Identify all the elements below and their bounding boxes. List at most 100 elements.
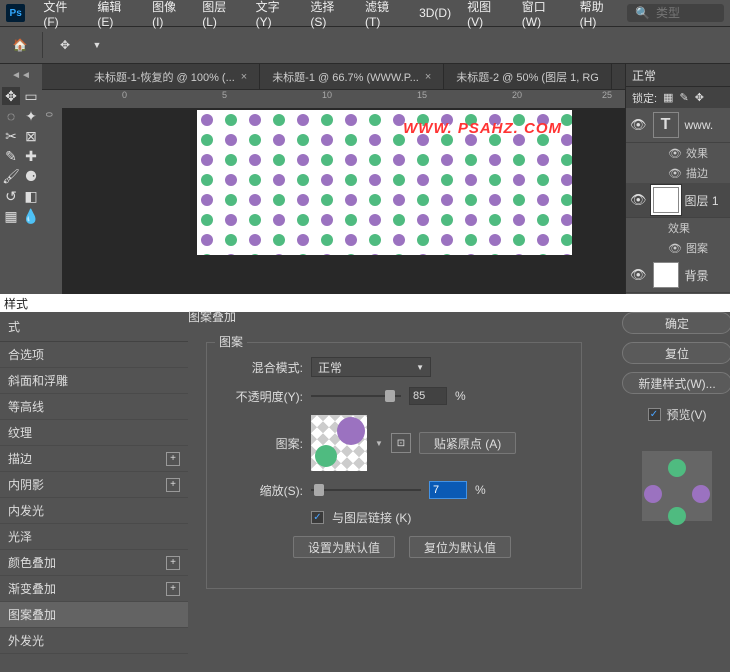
menu-select[interactable]: 选择(S)	[302, 0, 357, 29]
menu-help[interactable]: 帮助(H)	[572, 0, 627, 29]
canvas-viewport[interactable]: 0 WWW. PSAHZ. COM	[42, 108, 625, 294]
lock-move-icon[interactable]: ✥	[695, 91, 704, 104]
menu-edit[interactable]: 编辑(E)	[89, 0, 144, 29]
layer-1[interactable]: 👁 图层 1	[626, 183, 730, 218]
canvas[interactable]: WWW. PSAHZ. COM	[197, 110, 572, 255]
lock-brush-icon[interactable]: ✎	[679, 91, 688, 104]
separator	[42, 32, 43, 58]
eyedropper-tool[interactable]: ✎	[2, 147, 20, 165]
style-texture[interactable]: 纹理	[0, 420, 188, 446]
set-default-button[interactable]: 设置为默认值	[293, 536, 395, 558]
close-icon[interactable]: ×	[241, 71, 247, 83]
style-pattern-overlay[interactable]: 图案叠加	[0, 602, 188, 628]
tab-doc3[interactable]: 未标题-2 @ 50% (图层 1, RG	[444, 64, 612, 89]
scale-slider[interactable]	[311, 489, 421, 491]
pattern-swatch[interactable]	[311, 415, 367, 471]
eye-icon[interactable]: 👁	[668, 167, 682, 180]
menu-file[interactable]: 文件(F)	[35, 0, 89, 29]
tab-doc2[interactable]: 未标题-1 @ 66.7% (WWW.P...×	[260, 64, 444, 89]
blur-tool[interactable]: 💧	[22, 207, 40, 225]
visibility-icon[interactable]: 👁	[630, 117, 647, 133]
style-gradient-overlay[interactable]: 渐变叠加+	[0, 576, 188, 602]
eye-icon[interactable]: 👁	[668, 242, 682, 255]
add-icon[interactable]: +	[166, 582, 180, 596]
section-title: 图案叠加	[188, 308, 236, 325]
blend-mode-row: 混合模式: 正常▼	[223, 357, 565, 377]
brush-tool[interactable]: 🖌	[2, 167, 20, 185]
ruler-tick: 0	[122, 90, 127, 100]
type-filter-input[interactable]	[656, 6, 716, 20]
menu-3d[interactable]: 3D(D)	[411, 6, 459, 20]
frame-tool[interactable]: ⊠	[22, 127, 40, 145]
layer-text[interactable]: 👁 T www.	[626, 108, 730, 143]
layer-name: 背景	[685, 267, 709, 284]
lock-pixels-icon[interactable]: ▦	[663, 91, 673, 104]
blend-mode-dropdown[interactable]: 正常▼	[311, 357, 431, 377]
opacity-label: 不透明度(Y):	[223, 388, 303, 405]
magic-wand-tool[interactable]: ✦	[22, 107, 40, 125]
menu-image[interactable]: 图像(I)	[144, 0, 194, 29]
visibility-icon[interactable]: 👁	[630, 267, 647, 283]
fx-pattern[interactable]: 👁图案	[626, 238, 730, 258]
add-icon[interactable]: +	[166, 478, 180, 492]
menu-view[interactable]: 视图(V)	[459, 0, 514, 29]
eye-icon[interactable]: 👁	[668, 147, 682, 160]
opacity-input[interactable]	[409, 387, 447, 405]
close-icon[interactable]: ×	[425, 71, 431, 83]
cancel-button[interactable]: 复位	[622, 342, 730, 364]
scale-label: 缩放(S):	[223, 482, 303, 499]
text-layer-icon: T	[653, 112, 679, 138]
fx-effects2[interactable]: 效果	[626, 218, 730, 238]
opacity-slider[interactable]	[311, 395, 401, 397]
crop-tool[interactable]: ✂	[2, 127, 20, 145]
layer-background[interactable]: 👁 背景	[626, 258, 730, 293]
style-color-overlay[interactable]: 颜色叠加+	[0, 550, 188, 576]
reset-default-button[interactable]: 复位为默认值	[409, 536, 511, 558]
visibility-icon[interactable]: 👁	[630, 192, 647, 208]
menu-layer[interactable]: 图层(L)	[194, 0, 247, 29]
style-contour[interactable]: 等高线	[0, 394, 188, 420]
snap-origin-button[interactable]: 贴紧原点 (A)	[419, 432, 516, 454]
new-pattern-icon[interactable]: ⊡	[391, 433, 411, 453]
stamp-tool[interactable]: ⚈	[22, 167, 40, 185]
menu-filter[interactable]: 滤镜(T)	[357, 0, 411, 29]
percent-label: %	[475, 483, 486, 497]
ruler-tick: 15	[417, 90, 427, 100]
gradient-tool[interactable]: ▦	[2, 207, 20, 225]
fx-effects[interactable]: 👁效果	[626, 143, 730, 163]
settings-group: 图案 混合模式: 正常▼ 不透明度(Y): % 图案: ▼ ⊡ 贴紧原点 (A)…	[206, 342, 582, 589]
style-satin[interactable]: 光泽	[0, 524, 188, 550]
style-bevel[interactable]: 斜面和浮雕	[0, 368, 188, 394]
pattern-overlay-settings: 图案叠加 图案 混合模式: 正常▼ 不透明度(Y): % 图案: ▼ ⊡ 贴紧原…	[188, 312, 600, 672]
home-icon[interactable]: 🏠	[10, 35, 30, 55]
add-icon[interactable]: +	[166, 452, 180, 466]
chevron-down-icon[interactable]: ▼	[375, 439, 383, 448]
tab-doc1[interactable]: 未标题-1-恢复的 @ 100% (...×	[82, 64, 260, 89]
chevron-down-icon[interactable]: ▼	[87, 35, 107, 55]
history-brush-tool[interactable]: ↺	[2, 187, 20, 205]
menu-window[interactable]: 窗口(W)	[514, 0, 572, 29]
preview-checkbox[interactable]: ✓	[648, 408, 661, 421]
style-stroke[interactable]: 描边+	[0, 446, 188, 472]
layers-panel: 正常 锁定: ▦ ✎ ✥ 👁 T www. 👁效果 👁描边 👁 图层 1 效果 …	[625, 64, 730, 294]
menu-type[interactable]: 文字(Y)	[248, 0, 303, 29]
new-style-button[interactable]: 新建样式(W)...	[622, 372, 730, 394]
ok-button[interactable]: 确定	[622, 312, 730, 334]
style-inner-glow[interactable]: 内发光	[0, 498, 188, 524]
style-inner-shadow[interactable]: 内阴影+	[0, 472, 188, 498]
style-blending-options[interactable]: 合选项	[0, 342, 188, 368]
collapse-icon[interactable]: ◄◄	[2, 68, 40, 83]
marquee-tool[interactable]: ▭	[22, 87, 40, 105]
move-tool[interactable]: ✥	[2, 87, 20, 105]
blend-mode-dropdown[interactable]: 正常	[626, 64, 730, 86]
lasso-tool[interactable]: ◌	[2, 107, 20, 125]
move-tool-icon[interactable]: ✥	[55, 35, 75, 55]
scale-input[interactable]	[429, 481, 467, 499]
fx-stroke[interactable]: 👁描边	[626, 163, 730, 183]
eraser-tool[interactable]: ◧	[22, 187, 40, 205]
type-filter[interactable]: 🔍	[627, 4, 724, 22]
style-outer-glow[interactable]: 外发光	[0, 628, 188, 654]
add-icon[interactable]: +	[166, 556, 180, 570]
link-with-layer-checkbox[interactable]: ✓	[311, 511, 324, 524]
heal-tool[interactable]: ✚	[22, 147, 40, 165]
